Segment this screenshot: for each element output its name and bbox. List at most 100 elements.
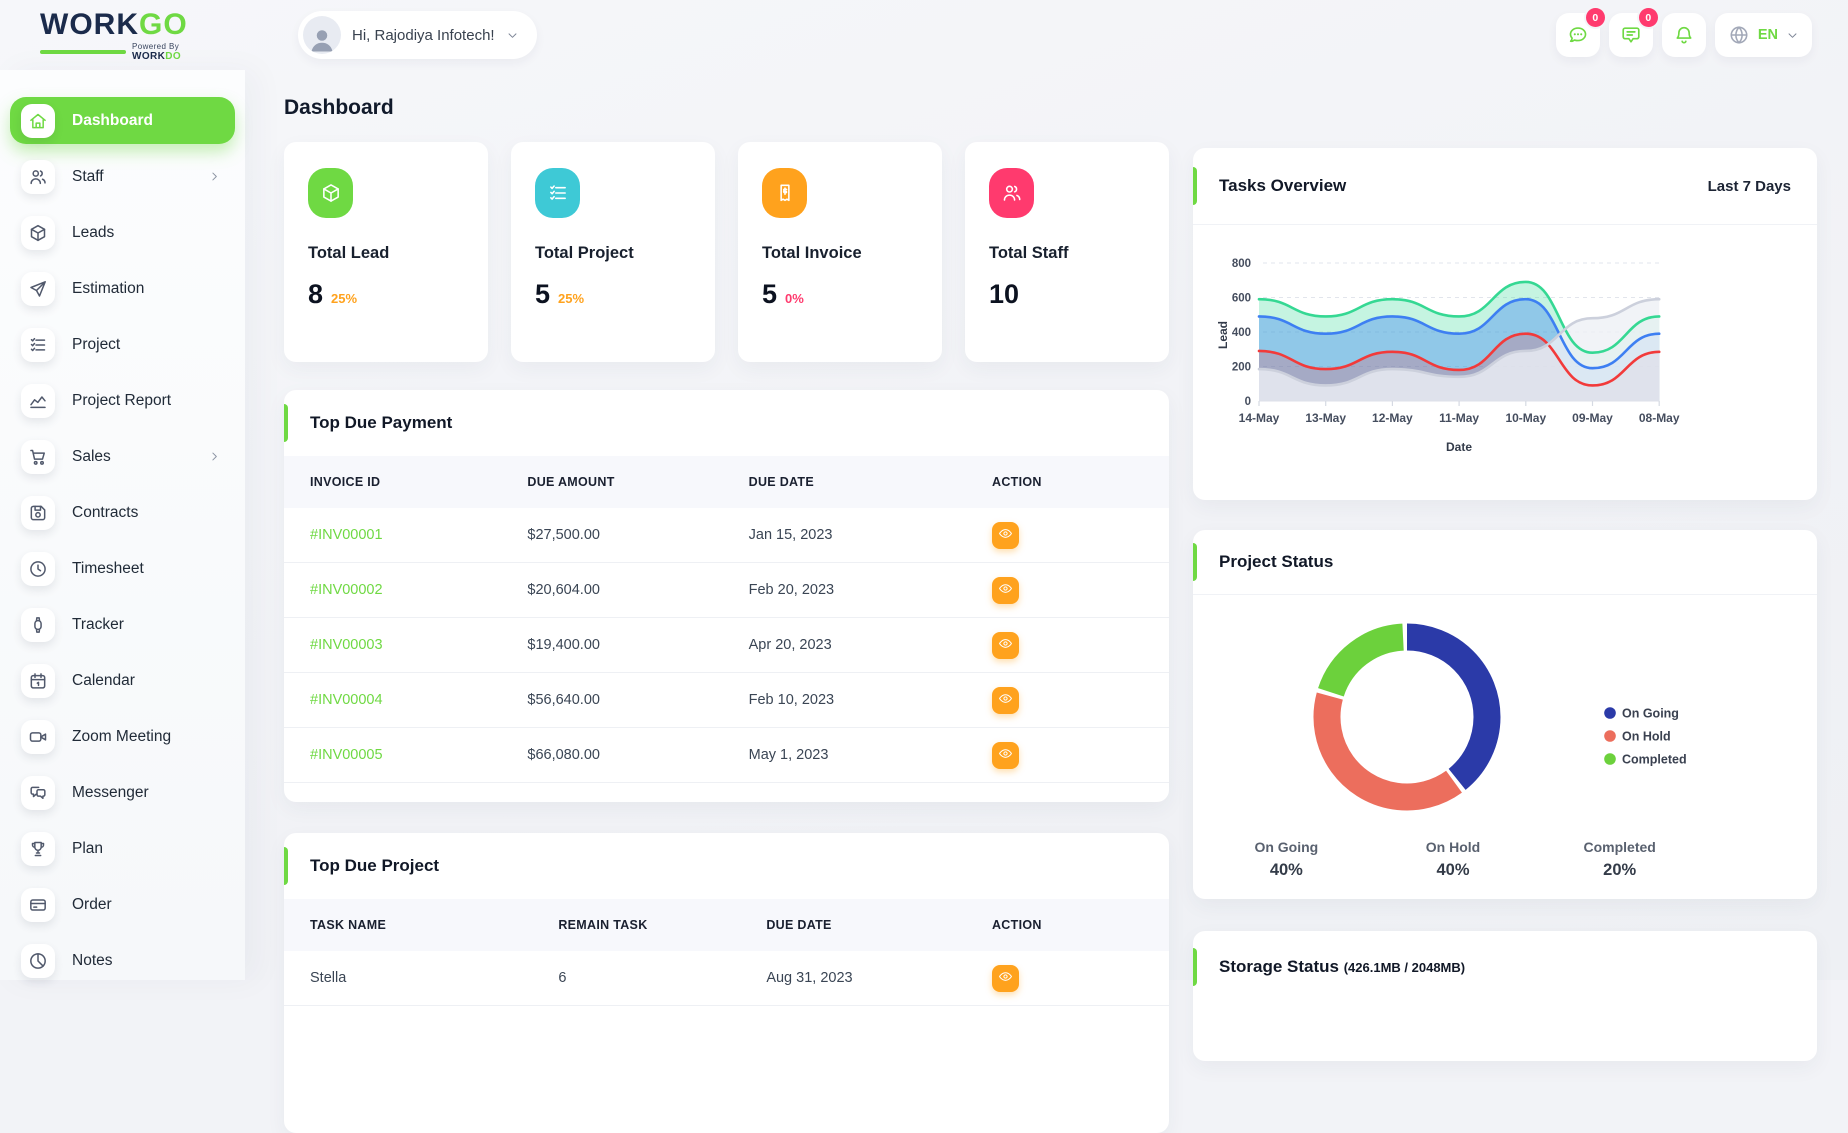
sidebar-item-contracts[interactable]: Contracts xyxy=(10,489,235,536)
table-cell: $66,080.00 xyxy=(527,747,748,763)
right-column: Tasks Overview Last 7 Days 0200400600800… xyxy=(1193,70,1817,1061)
save-icon xyxy=(21,496,55,530)
sidebar-item-project[interactable]: Project xyxy=(10,321,235,368)
table-cell: Aug 31, 2023 xyxy=(766,970,992,986)
invoice-icon xyxy=(762,168,807,218)
view-button[interactable] xyxy=(992,522,1019,549)
sidebar-item-leads[interactable]: Leads xyxy=(10,209,235,256)
stat-percent: 25% xyxy=(331,291,357,306)
sidebar-item-tracker[interactable]: Tracker xyxy=(10,601,235,648)
workgo-logo: WORKGO Powered By WORKDO xyxy=(40,10,230,62)
sidebar-item-plan[interactable]: Plan xyxy=(10,825,235,872)
sidebar-item-label: Order xyxy=(72,896,112,914)
notifications-button[interactable] xyxy=(1662,13,1706,57)
storage-status-card: Storage Status (426.1MB / 2048MB) xyxy=(1193,931,1817,1061)
messages-button[interactable]: 0 xyxy=(1609,13,1653,57)
avatar xyxy=(303,16,341,54)
eye-icon xyxy=(998,969,1013,987)
svg-text:On Going: On Going xyxy=(1622,707,1679,721)
sidebar-item-timesheet[interactable]: Timesheet xyxy=(10,545,235,592)
sidebar-item-sales[interactable]: Sales xyxy=(10,433,235,480)
view-button[interactable] xyxy=(992,965,1019,992)
table-cell: $20,604.00 xyxy=(527,582,748,598)
donut-label-on-hold: On Hold 40% xyxy=(1370,839,1537,880)
table-cell: $27,500.00 xyxy=(527,527,748,543)
due-project-table: TASK NAMEREMAIN TASKDUE DATEACTIONStella… xyxy=(284,899,1169,1006)
svg-text:Completed: Completed xyxy=(1622,753,1687,767)
sidebar-item-order[interactable]: Order xyxy=(10,881,235,928)
logo-text: WORKGO xyxy=(40,10,230,40)
invoice-link[interactable]: #INV00004 xyxy=(284,692,527,708)
bell-icon xyxy=(1673,24,1695,46)
column-header: ACTION xyxy=(992,475,1169,489)
sidebar-item-dashboard[interactable]: Dashboard xyxy=(10,97,235,144)
view-button[interactable] xyxy=(992,742,1019,769)
svg-text:0: 0 xyxy=(1245,396,1251,408)
invoice-link[interactable]: #INV00001 xyxy=(284,527,527,543)
project-status-labels: On Going 40% On Hold 40% Completed 20% xyxy=(1203,839,1703,880)
chevron-right-icon xyxy=(208,170,221,183)
invoice-link[interactable]: #INV00003 xyxy=(284,637,527,653)
stat-label: Total Project xyxy=(535,244,691,263)
column-header: INVOICE ID xyxy=(284,475,527,489)
sidebar-item-notes[interactable]: Notes xyxy=(10,937,235,984)
workgo-dashboard: WORKGO Powered By WORKDO Hi, Rajodiya In… xyxy=(0,0,1848,980)
svg-text:Lead: Lead xyxy=(1216,321,1230,349)
invoice-link[interactable]: #INV00002 xyxy=(284,582,527,598)
sidebar-item-calendar[interactable]: Calendar xyxy=(10,657,235,704)
donut-label-on-going: On Going 40% xyxy=(1203,839,1370,880)
chat-badge: 0 xyxy=(1586,8,1605,27)
sidebar-item-label: Project Report xyxy=(72,392,171,410)
view-button[interactable] xyxy=(992,632,1019,659)
credit-card-icon xyxy=(21,888,55,922)
svg-text:10-May: 10-May xyxy=(1505,411,1546,425)
sidebar-item-label: Timesheet xyxy=(72,560,144,578)
stat-percent: 25% xyxy=(558,291,584,306)
svg-text:12-May: 12-May xyxy=(1372,411,1413,425)
sidebar-item-project-report[interactable]: Project Report xyxy=(10,377,235,424)
pie-icon xyxy=(21,944,55,978)
top-due-project-card: Top Due Project TASK NAMEREMAIN TASKDUE … xyxy=(284,833,1169,1133)
svg-text:13-May: 13-May xyxy=(1305,411,1346,425)
chevron-down-icon xyxy=(1786,29,1799,42)
table-cell: Jan 15, 2023 xyxy=(749,527,992,543)
table-cell: $56,640.00 xyxy=(527,692,748,708)
table-cell: Feb 10, 2023 xyxy=(749,692,992,708)
view-button[interactable] xyxy=(992,577,1019,604)
column-header: DUE DATE xyxy=(766,918,992,932)
stat-value: 5 xyxy=(535,279,550,310)
page-title: Dashboard xyxy=(284,96,1169,120)
sidebar-item-staff[interactable]: Staff xyxy=(10,153,235,200)
language-selector[interactable]: EN xyxy=(1715,13,1812,57)
sidebar-item-label: Calendar xyxy=(72,672,135,690)
project-status-chart: On GoingOn HoldCompleted xyxy=(1193,595,1817,833)
header-actions: 0 0 EN xyxy=(1556,13,1812,57)
sidebar-item-zoom-meeting[interactable]: Zoom Meeting xyxy=(10,713,235,760)
sidebar-item-label: Plan xyxy=(72,840,103,858)
chevron-down-icon xyxy=(506,29,519,42)
sidebar-item-label: Messenger xyxy=(72,784,149,802)
view-button[interactable] xyxy=(992,687,1019,714)
top-due-payment-card: Top Due Payment INVOICE IDDUE AMOUNTDUE … xyxy=(284,390,1169,802)
sidebar-item-label: Notes xyxy=(72,952,113,970)
svg-text:14-May: 14-May xyxy=(1239,411,1280,425)
top-due-project-title: Top Due Project xyxy=(310,856,439,876)
svg-text:800: 800 xyxy=(1232,258,1251,270)
staff-icon xyxy=(989,168,1034,218)
svg-text:400: 400 xyxy=(1232,327,1251,339)
stat-label: Total Staff xyxy=(989,244,1145,263)
sidebar-item-estimation[interactable]: Estimation xyxy=(10,265,235,312)
svg-text:Date: Date xyxy=(1446,440,1472,454)
invoice-link[interactable]: #INV00005 xyxy=(284,747,527,763)
table-cell: May 1, 2023 xyxy=(749,747,992,763)
sidebar-item-label: Zoom Meeting xyxy=(72,728,171,746)
chat-icon xyxy=(1567,24,1589,46)
eye-icon xyxy=(998,746,1013,764)
chat-button[interactable]: 0 xyxy=(1556,13,1600,57)
watch-icon xyxy=(21,608,55,642)
top-due-payment-title: Top Due Payment xyxy=(310,413,452,433)
user-menu[interactable]: Hi, Rajodiya Infotech! xyxy=(298,11,537,59)
table-cell: Feb 20, 2023 xyxy=(749,582,992,598)
checklist-icon xyxy=(535,168,580,218)
sidebar-item-messenger[interactable]: Messenger xyxy=(10,769,235,816)
